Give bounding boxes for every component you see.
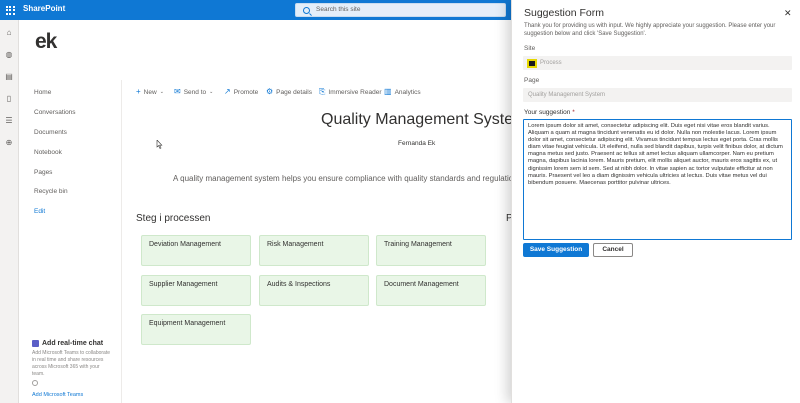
suggestion-label: Your suggestion bbox=[524, 109, 571, 116]
create-icon[interactable]: ⊕ bbox=[4, 138, 14, 148]
nav-item-documents[interactable]: Documents bbox=[34, 129, 67, 136]
save-suggestion-button[interactable]: Save Suggestion bbox=[523, 243, 589, 257]
nav-item-recycle-bin[interactable]: Recycle bin bbox=[34, 188, 68, 195]
promote-label: Promote bbox=[233, 88, 259, 96]
new-button[interactable]: + New ⌄ bbox=[136, 88, 164, 96]
analytics-icon: ▥ bbox=[384, 87, 392, 96]
app-brand[interactable]: SharePoint bbox=[23, 4, 65, 13]
home-icon[interactable]: ⌂ bbox=[4, 28, 14, 38]
nav-item-pages[interactable]: Pages bbox=[34, 169, 52, 176]
promo-title: Add real-time chat bbox=[42, 340, 104, 347]
reader-icon: ⎘ bbox=[319, 87, 326, 96]
site-value: Process bbox=[540, 60, 562, 66]
nav-item-home[interactable]: Home bbox=[34, 89, 51, 96]
page-title: Quality Management System bbox=[321, 111, 527, 128]
tile-label: Equipment Management bbox=[149, 320, 226, 327]
send-to-button[interactable]: ✉ Send to ⌄ bbox=[174, 88, 213, 96]
plus-icon: + bbox=[136, 87, 141, 96]
search-icon bbox=[303, 7, 310, 14]
site-field: Process bbox=[523, 56, 792, 70]
section-title: Steg i processen bbox=[136, 213, 211, 224]
panel-title: Suggestion Form bbox=[524, 7, 604, 19]
suggestion-textarea[interactable]: Lorem ipsum dolor sit amet, consectetur … bbox=[523, 119, 792, 240]
site-label: Site bbox=[524, 45, 536, 52]
page-label: Page bbox=[524, 77, 540, 84]
panel-description: Thank you for providing us with input. W… bbox=[524, 23, 776, 37]
tile-audits-inspections[interactable]: Audits & Inspections bbox=[259, 275, 369, 306]
info-icon[interactable] bbox=[32, 380, 38, 386]
promo-title-row: Add real-time chat bbox=[32, 340, 112, 347]
suggestion-panel: Suggestion Form ✕ Thank you for providin… bbox=[511, 0, 800, 403]
page-details-label: Page details bbox=[276, 88, 312, 96]
tile-supplier-management[interactable]: Supplier Management bbox=[141, 275, 251, 306]
immersive-reader-button[interactable]: ⎘ Immersive Reader bbox=[319, 88, 382, 96]
add-teams-link[interactable]: Add Microsoft Teams bbox=[32, 392, 83, 398]
tile-training-management[interactable]: Training Management bbox=[376, 235, 486, 266]
chevron-down-icon: ⌄ bbox=[159, 89, 164, 95]
teams-promo: Add real-time chat Add Microsoft Teams t… bbox=[32, 340, 112, 378]
chevron-down-icon: ⌄ bbox=[209, 89, 214, 95]
page-details-button[interactable]: ⚙ Page details bbox=[266, 88, 312, 96]
command-bar: + New ⌄ ✉ Send to ⌄ ↗ Promote ⚙ Page det… bbox=[122, 84, 512, 102]
tile-document-management[interactable]: Document Management bbox=[376, 275, 486, 306]
tile-label: Document Management bbox=[384, 281, 459, 288]
files-icon[interactable]: ▯ bbox=[4, 94, 14, 104]
immersive-reader-label: Immersive Reader bbox=[328, 88, 382, 96]
lists-icon[interactable]: ☰ bbox=[4, 116, 14, 126]
analytics-button[interactable]: ▥ Analytics bbox=[384, 88, 421, 96]
intro-text: A quality management system helps you en… bbox=[173, 174, 512, 183]
page-field: Quality Management System bbox=[523, 88, 792, 102]
tile-deviation-management[interactable]: Deviation Management bbox=[141, 235, 251, 266]
gear-icon: ⚙ bbox=[266, 87, 274, 96]
search-box[interactable]: Search this site bbox=[295, 3, 506, 17]
suggestion-label-row: Your suggestion * bbox=[524, 109, 575, 116]
promote-button[interactable]: ↗ Promote bbox=[224, 88, 258, 96]
tile-risk-management[interactable]: Risk Management bbox=[259, 235, 369, 266]
analytics-label: Analytics bbox=[394, 88, 421, 96]
promo-description: Add Microsoft Teams to collaborate in re… bbox=[32, 350, 111, 377]
tile-label: Training Management bbox=[384, 241, 452, 248]
close-icon[interactable]: ✕ bbox=[784, 8, 792, 19]
mouse-cursor-icon bbox=[156, 140, 163, 149]
page-value: Quality Management System bbox=[528, 92, 606, 98]
teams-icon bbox=[32, 340, 39, 347]
required-mark: * bbox=[572, 109, 575, 116]
tile-label: Risk Management bbox=[267, 241, 324, 248]
app-launcher-icon[interactable] bbox=[0, 0, 20, 20]
site-logo[interactable]: ek bbox=[35, 30, 57, 54]
tile-equipment-management[interactable]: Equipment Management bbox=[141, 314, 251, 345]
nav-edit-link[interactable]: Edit bbox=[34, 208, 45, 215]
page-author[interactable]: Fernanda Ek bbox=[398, 140, 435, 147]
tile-label: Audits & Inspections bbox=[267, 281, 331, 288]
tile-label: Deviation Management bbox=[149, 241, 221, 248]
app-bar: ⌂ ◍ ▤ ▯ ☰ ⊕ bbox=[0, 20, 19, 403]
send-icon: ✉ bbox=[174, 87, 181, 96]
search-placeholder: Search this site bbox=[316, 6, 361, 13]
cancel-button[interactable]: Cancel bbox=[593, 243, 633, 257]
promote-icon: ↗ bbox=[224, 87, 231, 96]
nav-item-notebook[interactable]: Notebook bbox=[34, 149, 62, 156]
nav-item-conversations[interactable]: Conversations bbox=[34, 109, 76, 116]
news-icon[interactable]: ▤ bbox=[4, 72, 14, 82]
new-label: New bbox=[143, 88, 157, 96]
tile-label: Supplier Management bbox=[149, 281, 218, 288]
send-to-label: Send to bbox=[183, 88, 207, 96]
redaction-box bbox=[527, 59, 537, 68]
globe-icon[interactable]: ◍ bbox=[4, 50, 14, 60]
